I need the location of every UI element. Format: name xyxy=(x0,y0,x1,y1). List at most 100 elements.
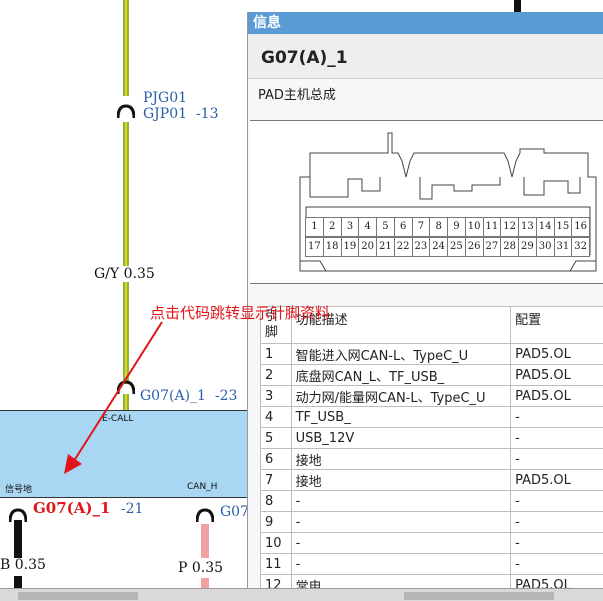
connector-diagram: 12345678910111213141516 1718192021222324… xyxy=(250,120,603,284)
pin-cell[interactable]: 12 xyxy=(500,217,519,237)
cell-function: - xyxy=(291,533,510,554)
pin-cell[interactable]: 31 xyxy=(554,237,573,257)
table-row[interactable]: 6接地- xyxy=(261,449,603,470)
table-row[interactable]: 9-- xyxy=(261,512,603,533)
pin-cell[interactable]: 5 xyxy=(376,217,395,237)
wire-label-p: P 0.35 xyxy=(178,560,223,576)
pin-cell[interactable]: 18 xyxy=(323,237,342,257)
pin-cell[interactable]: 16 xyxy=(571,217,590,237)
cell-pin: 7 xyxy=(261,470,292,491)
pin-cell[interactable]: 32 xyxy=(571,237,590,257)
pin-cell[interactable]: 17 xyxy=(305,237,324,257)
scrollbar-thumb[interactable] xyxy=(18,592,138,600)
pin-cell[interactable]: 9 xyxy=(447,217,466,237)
wire-label-b: B 0.35 xyxy=(0,557,46,573)
cell-config: - xyxy=(511,449,603,470)
pin-cell[interactable]: 28 xyxy=(500,237,519,257)
pin-cell[interactable]: 3 xyxy=(341,217,360,237)
pin-cell[interactable]: 21 xyxy=(376,237,395,257)
pin-cell[interactable]: 22 xyxy=(394,237,413,257)
cell-function: USB_12V xyxy=(291,428,510,449)
connector-code-pjg01[interactable]: PJG01 xyxy=(143,90,187,106)
cell-config: PAD5.OL xyxy=(511,344,603,365)
wire-gy-top xyxy=(123,0,129,96)
bottom-mid-connector-link[interactable]: G07 xyxy=(220,504,249,520)
table-row[interactable]: 1智能进入网CAN-L、TypeC_UPAD5.OL xyxy=(261,344,603,365)
callout-text: 点击代码跳转显示针脚资料 xyxy=(150,302,330,323)
cell-config: - xyxy=(511,554,603,575)
connector-description: PAD主机总成 xyxy=(258,84,336,103)
pin-cell[interactable]: 8 xyxy=(429,217,448,237)
connector-symbol-bottom-mid xyxy=(196,508,214,524)
pin-grid-row-1: 12345678910111213141516 xyxy=(306,217,590,237)
wire-black-top-right xyxy=(514,0,521,12)
cell-pin: 9 xyxy=(261,512,292,533)
connector-code-gjp01[interactable]: GJP01 -13 xyxy=(143,106,218,122)
panel-header: G07(A)_1 xyxy=(248,34,603,79)
pin-cell[interactable]: 2 xyxy=(323,217,342,237)
bottom-left-connector-link[interactable]: G07(A)_1 -21 xyxy=(33,499,143,517)
pin-cell[interactable]: 14 xyxy=(536,217,555,237)
cell-function: 接地 xyxy=(291,470,510,491)
pin-cell[interactable]: 20 xyxy=(358,237,377,257)
connector-outline xyxy=(250,121,603,283)
cell-function: - xyxy=(291,554,510,575)
connector-pin: -13 xyxy=(196,106,219,122)
pin-grid-row-2: 17181920212223242526272829303132 xyxy=(306,237,590,257)
cell-config: - xyxy=(511,491,603,512)
table-row[interactable]: 11-- xyxy=(261,554,603,575)
table-row[interactable]: 5USB_12V- xyxy=(261,428,603,449)
panel-titlebar[interactable]: 信息 xyxy=(248,12,603,34)
cell-pin: 3 xyxy=(261,386,292,407)
pin-cell[interactable]: 1 xyxy=(305,217,324,237)
pin-cell[interactable]: 6 xyxy=(394,217,413,237)
wire-black xyxy=(14,520,22,558)
pin-cell[interactable]: 27 xyxy=(483,237,502,257)
pin-cell[interactable]: 29 xyxy=(518,237,537,257)
cell-pin: 5 xyxy=(261,428,292,449)
cell-config: - xyxy=(511,407,603,428)
can-h-label: CAN_H xyxy=(187,482,217,492)
connector-code[interactable]: GJP01 xyxy=(143,106,187,122)
cell-function: 动力网/能量网CAN-L、TypeC_U xyxy=(291,386,510,407)
pin-cell[interactable]: 26 xyxy=(465,237,484,257)
scrollbar-thumb-right[interactable] xyxy=(404,592,554,600)
connector-code[interactable]: G07(A)_1 xyxy=(33,499,110,517)
cell-pin: 2 xyxy=(261,365,292,386)
pin-cell[interactable]: 4 xyxy=(358,217,377,237)
table-row[interactable]: 8-- xyxy=(261,491,603,512)
pin-cell[interactable]: 11 xyxy=(483,217,502,237)
table-row[interactable]: 7接地PAD5.OL xyxy=(261,470,603,491)
wire-label: G/Y 0.35 xyxy=(94,266,155,282)
cell-pin: 8 xyxy=(261,491,292,512)
cell-function: 智能进入网CAN-L、TypeC_U xyxy=(291,344,510,365)
signal-ground-label: 信号地 xyxy=(5,482,32,495)
cell-config: - xyxy=(511,512,603,533)
cell-function: 底盘网CAN_L、TF_USB_ xyxy=(291,365,510,386)
table-row[interactable]: 10-- xyxy=(261,533,603,554)
pin-cell[interactable]: 10 xyxy=(465,217,484,237)
cell-function: 接地 xyxy=(291,449,510,470)
cell-pin: 11 xyxy=(261,554,292,575)
pin-table: 引 脚 功能描述 配置 1智能进入网CAN-L、TypeC_UPAD5.OL2底… xyxy=(260,306,603,596)
table-row[interactable]: 4TF_USB_- xyxy=(261,407,603,428)
pin-cell[interactable]: 15 xyxy=(554,217,573,237)
pin-cell[interactable]: 7 xyxy=(412,217,431,237)
cell-pin: 1 xyxy=(261,344,292,365)
pin-cell[interactable]: 13 xyxy=(518,217,537,237)
pin-cell[interactable]: 30 xyxy=(536,237,555,257)
pin-cell[interactable]: 24 xyxy=(429,237,448,257)
connector-pin: -21 xyxy=(121,501,144,517)
cell-function: - xyxy=(291,512,510,533)
table-row[interactable]: 3动力网/能量网CAN-L、TypeC_UPAD5.OL xyxy=(261,386,603,407)
pin-cell[interactable]: 23 xyxy=(412,237,431,257)
wire-pink xyxy=(201,524,209,558)
table-row[interactable]: 2底盘网CAN_L、TF_USB_PAD5.OL xyxy=(261,365,603,386)
connector-pin: -23 xyxy=(215,388,238,404)
pin-cell[interactable]: 25 xyxy=(447,237,466,257)
bottom-scrollbar[interactable] xyxy=(0,588,603,601)
cell-pin: 10 xyxy=(261,533,292,554)
connector-name: G07(A)_1 xyxy=(261,48,348,68)
pin-cell[interactable]: 19 xyxy=(341,237,360,257)
cell-config: - xyxy=(511,428,603,449)
